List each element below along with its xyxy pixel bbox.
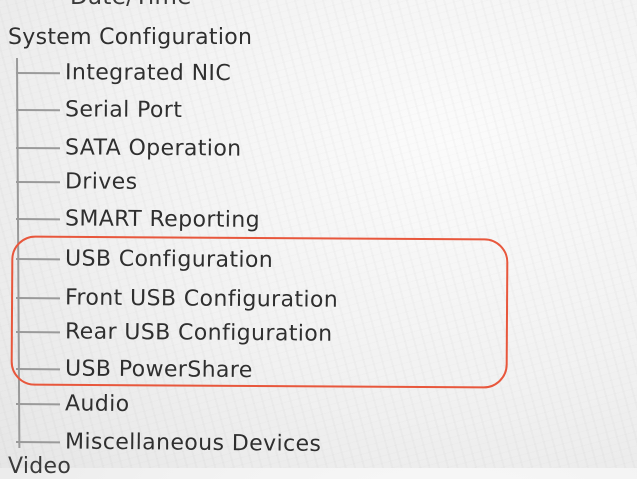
tree-item-label: SATA Operation [65, 132, 242, 165]
tree-item-label: Audio [65, 388, 130, 421]
settings-tree: Date/Time System Configuration Integrate… [0, 0, 637, 468]
tree-group-system-configuration[interactable]: System Configuration [8, 25, 252, 50]
tree-item-label: Serial Port [65, 94, 182, 127]
usb-highlight-annotation [11, 235, 509, 388]
tree-item-label: Drives [65, 166, 138, 199]
tree-branch-line [16, 109, 60, 111]
tree-branch-line [16, 218, 60, 220]
tree-item-date-time-partial[interactable]: Date/Time [70, 0, 192, 10]
tree-branch-line [16, 403, 60, 405]
tree-item-video-partial[interactable]: Video [8, 454, 71, 479]
tree-branch-line [16, 147, 60, 149]
tree-branch-line [16, 441, 60, 443]
tree-branch-line [16, 181, 60, 183]
tree-branch-line [16, 72, 60, 74]
tree-item-label: Integrated NIC [65, 57, 231, 90]
tree-item-label: Miscellaneous Devices [65, 426, 322, 460]
tree-item-label: SMART Reporting [65, 203, 260, 237]
